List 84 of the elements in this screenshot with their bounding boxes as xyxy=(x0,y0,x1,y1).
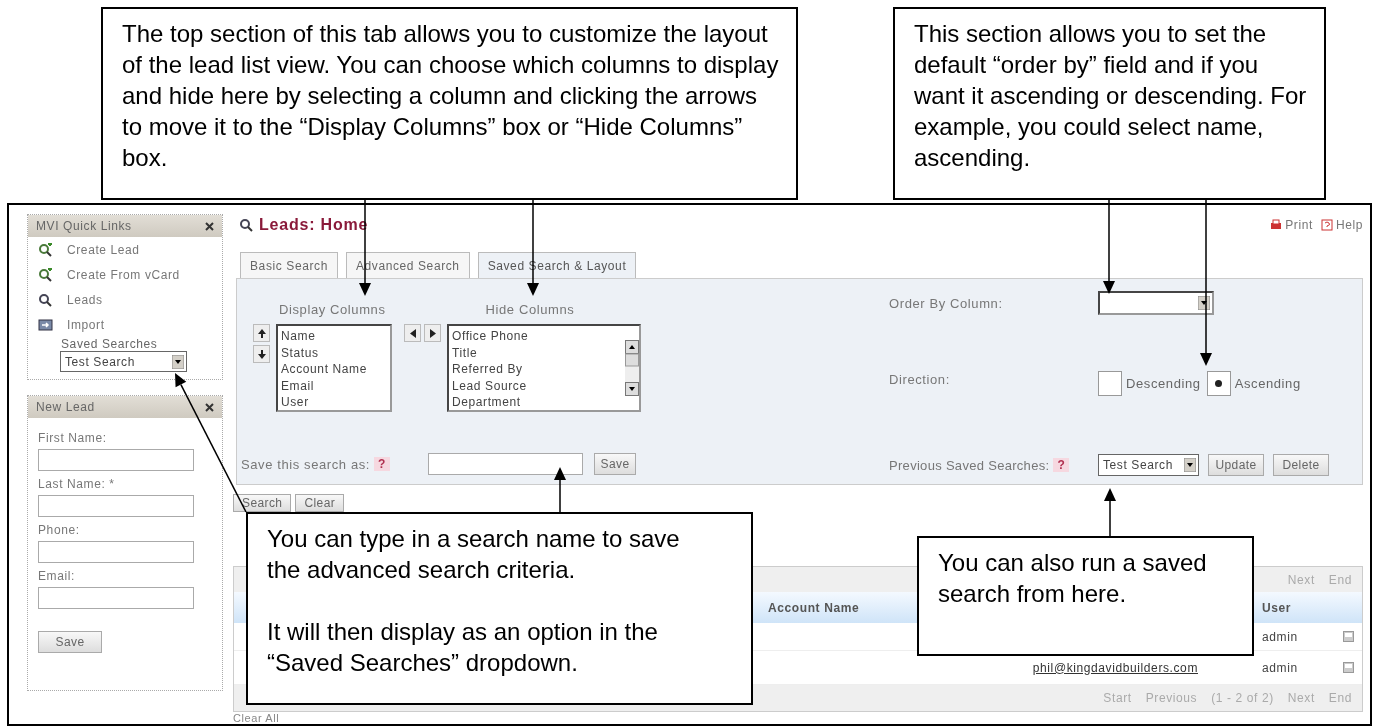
input-field[interactable] xyxy=(38,495,194,517)
list-item[interactable]: Referred By xyxy=(452,361,625,378)
dropdown[interactable]: Test Search xyxy=(60,351,187,372)
list-box[interactable]: Office Phone Title Referred By Lead Source Department xyxy=(447,324,641,412)
square-icon xyxy=(1343,662,1354,673)
table-cell: admin xyxy=(1262,629,1298,644)
column-label: Display Columns xyxy=(279,301,386,317)
dropdown[interactable]: Test Search xyxy=(1098,454,1199,476)
arrow-icon xyxy=(407,327,418,339)
list-box[interactable]: Name Status Account Name Email User xyxy=(276,324,392,412)
field-label: Previous Saved Searches: xyxy=(889,457,1050,473)
field-label: Order By Column: xyxy=(889,295,1004,311)
field-label: Email: xyxy=(38,569,76,583)
callout-text: This section allows you to set the default “order by” field and if you want it ascending or descending. For example, you could select name, ascending. xyxy=(914,19,1308,173)
list-item[interactable]: User xyxy=(281,394,390,411)
field-label: Phone: xyxy=(38,523,81,537)
panel-title: MVI Quick Links xyxy=(36,219,132,233)
column-header[interactable]: Account Name xyxy=(768,600,860,615)
arrow-icon xyxy=(256,348,267,360)
caret-icon xyxy=(1184,458,1196,472)
sidebar-link[interactable]: Leads xyxy=(67,292,103,307)
close-icon xyxy=(205,221,214,231)
radio-button[interactable] xyxy=(1206,371,1231,396)
email-link[interactable]: phil@kingdavidbuilders.com xyxy=(1032,660,1198,675)
column-header[interactable]: User xyxy=(1262,600,1292,615)
close-icon xyxy=(205,402,214,412)
list-item[interactable]: Account Name xyxy=(281,361,390,378)
list-item[interactable]: Status xyxy=(281,344,390,361)
header-link[interactable]: Print xyxy=(1270,218,1313,232)
callout-text: You can type in a search name to save the advanced search criteria. xyxy=(267,524,681,585)
sidebar-link[interactable]: Create From vCard xyxy=(67,267,180,282)
list-item[interactable]: Name xyxy=(281,328,390,345)
clear-all-link[interactable]: Clear All xyxy=(233,712,1363,724)
save-button[interactable]: Save xyxy=(38,631,102,653)
caret-icon xyxy=(172,354,184,369)
move-down-button[interactable] xyxy=(253,345,270,363)
input-field[interactable] xyxy=(428,453,583,475)
save-button[interactable]: Save xyxy=(594,453,636,475)
input-field[interactable] xyxy=(38,449,194,471)
arrow-icon xyxy=(427,327,438,339)
printer-icon xyxy=(1270,219,1283,231)
button[interactable]: Clear xyxy=(295,494,345,512)
field-label: Direction: xyxy=(889,372,951,387)
field-label: Last Name: * xyxy=(38,477,116,491)
list-item[interactable]: Lead Source xyxy=(452,377,625,394)
button[interactable]: Delete xyxy=(1273,454,1329,476)
field-label: First Name: xyxy=(38,431,108,445)
input-field[interactable] xyxy=(38,587,194,609)
table-cell: admin xyxy=(1262,660,1298,675)
field-label: Save this search as: xyxy=(241,456,371,472)
button[interactable]: Update xyxy=(1208,454,1264,476)
magnifier-icon xyxy=(239,218,254,232)
input-field[interactable] xyxy=(38,541,194,563)
radio-label[interactable]: Ascending xyxy=(1234,376,1301,391)
list-item[interactable]: Email xyxy=(281,377,390,394)
panel-title: New Lead xyxy=(36,400,95,414)
button[interactable]: Search xyxy=(233,494,292,512)
arrow-icon xyxy=(256,327,267,339)
import-icon xyxy=(38,317,53,332)
radio-label[interactable]: Descending xyxy=(1126,376,1201,391)
sidebar-link[interactable]: Create Lead xyxy=(67,242,140,257)
sidebar-link[interactable]: Import xyxy=(67,317,105,332)
callout-text: The top section of this tab allows you to customize the layout of the lead list view. You can choose which columns to display and hide here by selecting a column and clicking the arrows to move it to the “Display Columns” box or “Hide Columns” box. xyxy=(122,19,780,173)
radio-button[interactable] xyxy=(1098,371,1122,396)
move-left-button[interactable] xyxy=(404,324,421,342)
help-icon[interactable]: ? xyxy=(1053,458,1070,472)
magnifier-plus-icon xyxy=(38,242,53,257)
list-item[interactable]: Title xyxy=(452,344,625,361)
magnifier-plus-icon xyxy=(38,267,53,282)
callout-text: It will then display as an option in the “Saved Searches” dropdown. xyxy=(267,617,659,678)
move-up-button[interactable] xyxy=(253,324,270,342)
dropdown[interactable] xyxy=(1098,291,1214,315)
header-link[interactable]: Help xyxy=(1320,218,1363,232)
tab[interactable]: Basic Search xyxy=(240,252,338,278)
square-icon xyxy=(1343,631,1354,642)
move-right-button[interactable] xyxy=(424,324,441,342)
list-item[interactable]: Office Phone xyxy=(452,328,625,345)
column-label: Hide Columns xyxy=(485,301,575,317)
help-icon xyxy=(1320,219,1333,231)
help-icon[interactable]: ? xyxy=(374,457,390,471)
callout-text: You can also run a saved search from here. xyxy=(938,548,1208,609)
field-label: Saved Searches xyxy=(61,337,159,351)
magnifier-icon xyxy=(38,292,53,307)
list-item[interactable]: Department xyxy=(452,394,625,411)
